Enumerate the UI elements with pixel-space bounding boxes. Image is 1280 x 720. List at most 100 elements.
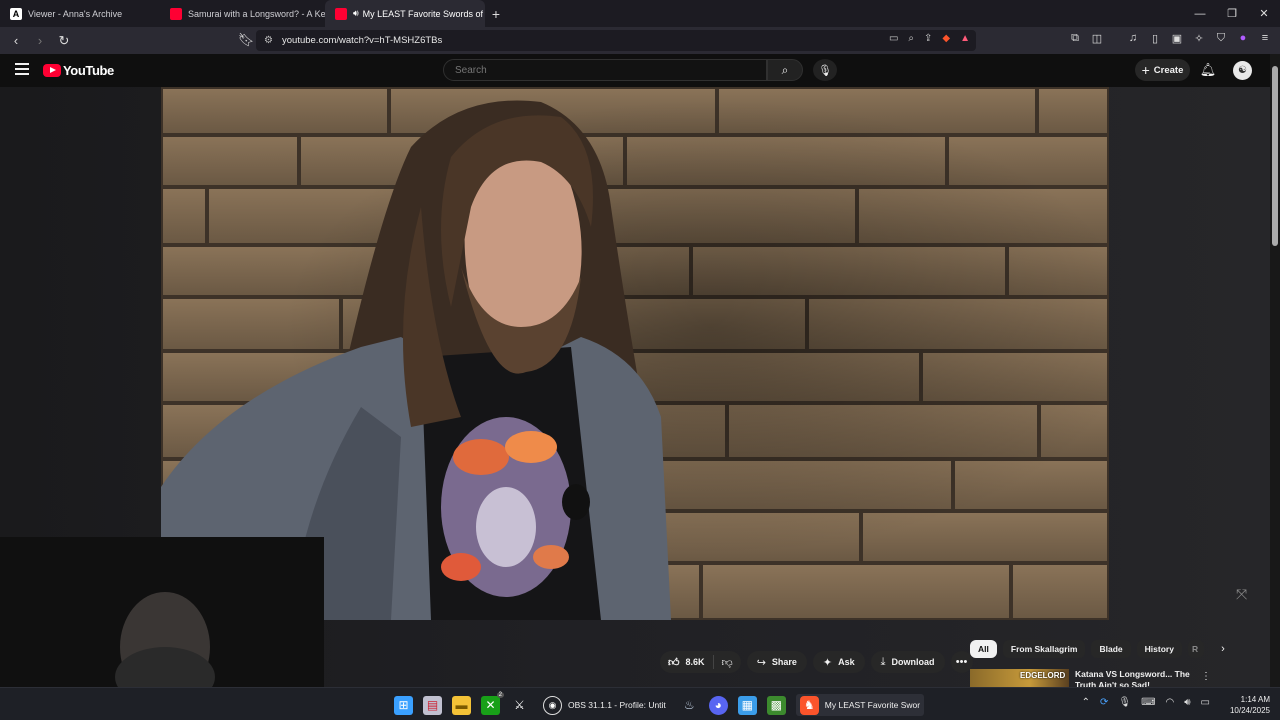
screen: A Viewer - Anna's Archive Samurai with a… [0,0,1280,720]
scrollbar-thumb[interactable] [1272,66,1278,246]
zoom-icon[interactable]: ⌕ [908,33,914,44]
xbox-icon[interactable]: ✕ 2 [481,691,504,715]
chip-truncated[interactable]: R [1187,640,1204,658]
volume-icon[interactable]: 🔊︎ [1184,697,1190,708]
file-explorer-icon[interactable]: ▬ [452,695,471,715]
annas-archive-icon: A [10,7,22,20]
new-tab-button[interactable]: + [485,0,507,27]
minimize-icon[interactable]: — [1184,0,1216,27]
keyboard-icon[interactable]: ⌨ [1141,697,1155,708]
plus-icon: + [1141,62,1150,78]
sidebar-icon[interactable]: ▯ [1148,31,1162,45]
chevron-up-icon[interactable]: ⌃ [1082,697,1090,708]
youtube-favicon-icon [170,7,182,20]
video-actions: 👍︎ 8.6K 👎︎ ↪ Share ✦ Ask ⤓ Download ••• [660,651,973,673]
ask-label: Ask [838,657,855,667]
download-button[interactable]: ⤓ Download [870,651,945,673]
close-window-icon[interactable]: ✕ [1248,0,1280,27]
restore-icon[interactable]: ❐ [1216,0,1248,27]
media-icon[interactable]: ♫ [1126,31,1140,45]
create-button[interactable]: + Create [1135,59,1190,81]
thumbnail-text: EDGELORD [1020,671,1066,680]
menu-icon[interactable]: ≡ [1258,31,1272,45]
browser-toolbar: ‹ › ↻ 🔖︎ ⚙ youtube.com/watch?v=hT-MSHZ6T… [0,27,1280,54]
taskbar-brave-browser[interactable]: ♞ My LEAST Favorite Swor [795,694,925,716]
share-icon: ↪ [756,656,766,669]
vpn-icon[interactable]: ⛉ [1214,31,1228,45]
obs-icon: ◉ [543,695,562,715]
tab-least-favorite-swords[interactable]: 🔊︎ My LEAST Favorite Swords of × [325,0,485,27]
chip-blade[interactable]: Blade [1091,640,1131,658]
clock-time: 1:14 AM [1240,695,1270,704]
taskbar-apps: ⊞ ▤ ▬ ✕ 2 ⚔ ◉ OBS 31.1.1 - Profile: Untit… [394,691,925,716]
address-bar[interactable]: ⚙ youtube.com/watch?v=hT-MSHZ6TBs ▭ ⌕ ⇪ … [256,30,976,51]
taskbar-obs[interactable]: ◉ OBS 31.1.1 - Profile: Untit [539,694,670,716]
app-icon[interactable]: ⚔ [510,696,529,715]
battery-icon[interactable]: ▭ [1201,697,1210,708]
bookmark-icon[interactable]: 🔖︎ [236,30,256,50]
microphone-icon: 🎙︎ [818,64,832,77]
minecraft-icon[interactable]: ▩ [766,695,786,715]
brave-rewards-icon[interactable]: ▲ [960,33,970,44]
share-label: Share [771,657,797,667]
share-button[interactable]: ↪ Share [746,651,807,673]
miniplayer-icon[interactable]: ⤧ [1236,586,1247,603]
site-info-icon[interactable]: ⚙ [264,35,273,46]
brave-shields-icon[interactable]: ◆ [942,33,950,44]
youtube-logo[interactable]: YouTube [43,63,114,78]
extensions-icon[interactable]: ⧉ [1068,31,1082,45]
recommendation-thumbnail[interactable]: EDGELORD [970,669,1069,689]
youtube-play-icon [43,64,61,77]
microphone-tray-icon[interactable]: 🎙︎ [1118,697,1131,708]
extensions-area: ⧉ ◫ ♫ ▯ ▣ ✧ ⛉ ● ≡ [1068,31,1272,45]
address-bar-actions: ▭ ⌕ ⇪ ◆ ▲ [889,33,970,44]
tab-annas-archive[interactable]: A Viewer - Anna's Archive [0,0,160,27]
search-input[interactable] [455,65,735,76]
guide-menu-icon[interactable] [15,63,29,75]
reload-button[interactable]: ↻ [54,31,74,51]
tab-title: Samurai with a Longsword? - A Kenj [188,8,325,19]
browser-tab-strip: A Viewer - Anna's Archive Samurai with a… [0,0,1280,27]
ask-button[interactable]: ✦ Ask [812,651,865,673]
search-button[interactable]: ⌕ [767,59,803,81]
tab-samurai-longsword[interactable]: Samurai with a Longsword? - A Kenj [160,0,325,27]
windows-start-icon[interactable]: ⊞ [394,695,413,715]
discord-icon[interactable]: ◕ [708,695,728,715]
search-box [443,59,767,81]
windows-taskbar: ⊞ ▤ ▬ ✕ 2 ⚔ ◉ OBS 31.1.1 - Profile: Untit… [0,687,1280,720]
leo-icon[interactable]: ✧ [1192,31,1206,45]
like-dislike-group: 👍︎ 8.6K 👎︎ [660,651,741,673]
share-page-icon[interactable]: ⇪ [924,33,932,44]
create-label: Create [1153,64,1184,76]
forward-button[interactable]: › [30,31,50,51]
url-text: youtube.com/watch?v=hT-MSHZ6TBs [282,35,443,46]
dislike-button[interactable]: 👎︎ [714,656,741,669]
chip-from-skallagrim[interactable]: From Skallagrim [1002,640,1086,658]
taskbar-app-icon[interactable]: ▤ [423,695,442,715]
steam-icon[interactable]: ♨ [680,696,699,715]
notepad-icon[interactable]: ▦ [737,695,757,715]
kebab-menu-icon[interactable]: ⋮ [1201,671,1211,682]
notifications-bell-icon[interactable]: 🔔︎ [1200,61,1217,79]
thumbs-up-icon: 👍︎ [668,656,680,669]
like-button[interactable]: 👍︎ 8.6K [660,655,714,669]
clock[interactable]: 1:14 AM 10/24/2025 [1230,694,1270,716]
voice-search-button[interactable]: 🎙︎ [813,59,837,81]
cast-icon[interactable]: ▭ [889,33,898,44]
brave-browser-icon: ♞ [799,695,819,715]
youtube-header: YouTube ⌕ 🎙︎ + Create 🔔︎ ☯ [0,54,1280,87]
sync-icon[interactable]: ⟳ [1100,697,1108,708]
search-icon: ⌕ [781,62,789,77]
wallet-icon[interactable]: ▣ [1170,31,1184,45]
chip-history[interactable]: History [1136,640,1182,658]
chevron-right-icon[interactable]: › [1214,640,1232,658]
back-button[interactable]: ‹ [6,31,26,51]
obs-label: OBS 31.1.1 - Profile: Untit [568,700,666,710]
profile-icon[interactable]: ● [1236,31,1250,45]
screenshot-icon[interactable]: ◫ [1090,31,1104,45]
account-avatar[interactable]: ☯ [1233,61,1252,80]
wifi-icon[interactable]: ◠ [1166,697,1175,708]
clock-date: 10/24/2025 [1229,706,1270,715]
chip-all[interactable]: All [970,640,997,658]
recommendation-title[interactable]: Katana VS Longsword... The Truth Ain't s… [1075,669,1193,689]
